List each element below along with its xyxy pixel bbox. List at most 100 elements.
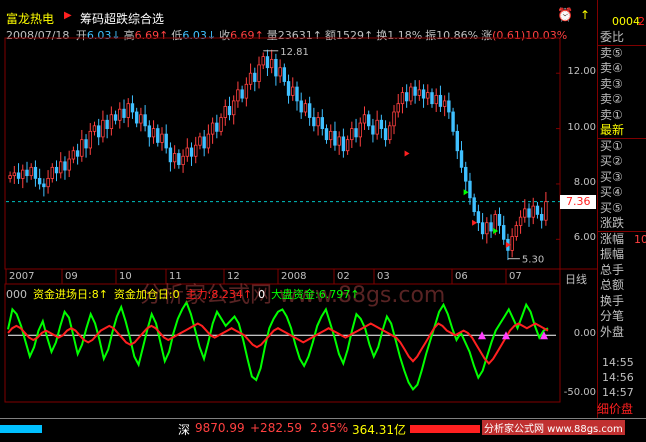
candle-body <box>253 72 257 82</box>
candle-body <box>472 197 476 213</box>
candle-body <box>459 150 464 168</box>
candle-body <box>202 136 206 149</box>
candle-body <box>92 125 97 132</box>
candle-body <box>514 225 519 237</box>
candle-body <box>248 72 253 85</box>
candle-body <box>312 117 316 127</box>
current-price-tag-text: 7.36 <box>566 194 591 208</box>
candle-body <box>97 125 101 138</box>
candle-body <box>413 86 417 96</box>
detail-tab[interactable]: 细价盘 <box>597 400 633 417</box>
candle-body <box>404 92 409 102</box>
candle-body <box>194 144 198 157</box>
quote-panel-row: 涨跌 <box>600 216 625 230</box>
time-axis-tick: 09 <box>65 271 78 282</box>
high-price-label: 12.81 <box>280 47 309 58</box>
quote-panel-row: 买④ <box>600 185 623 199</box>
indicator-series-line <box>7 322 549 365</box>
candle-body <box>227 106 232 116</box>
candle-body <box>544 201 548 221</box>
candle-body <box>510 236 514 251</box>
candle-body <box>388 125 392 141</box>
candle-body <box>527 208 531 218</box>
candle-body <box>269 58 274 69</box>
candle-body <box>502 225 506 240</box>
candle-body <box>156 128 160 143</box>
candle-body <box>236 89 240 102</box>
candle-body <box>210 122 215 135</box>
candle-body <box>417 89 422 96</box>
candle-body <box>118 108 122 121</box>
candle-body <box>447 100 451 113</box>
panel-corner-digit: 2 <box>638 15 645 28</box>
candle-body <box>362 114 367 124</box>
period-label[interactable]: 日线 <box>565 271 587 287</box>
right-panel-times: 14:55 14:56 14:57 <box>602 355 634 400</box>
candle-body <box>329 130 333 141</box>
candle-body <box>134 111 139 124</box>
status-bar-segment-mid <box>44 425 164 433</box>
candle-body <box>105 119 109 129</box>
quote-panel-row: 卖③ <box>600 76 623 91</box>
candle-body <box>16 172 21 179</box>
price-axis-tick: 6.00 <box>573 232 596 244</box>
candle-body <box>160 133 164 143</box>
candle-body <box>371 125 375 135</box>
quote-panel-row: 卖① <box>600 107 623 122</box>
candle-body <box>12 172 17 177</box>
time-axis-tick: 10 <box>119 271 132 282</box>
candle-body <box>303 103 308 113</box>
candle-body <box>101 119 105 138</box>
candle-body <box>409 86 413 102</box>
quote-panel-row: 买⑤ <box>600 200 623 215</box>
candle-body <box>223 106 227 118</box>
candle-body <box>535 205 540 215</box>
price-axis-tick: 10.00 <box>567 121 596 133</box>
candle-body <box>265 56 270 69</box>
candle-body <box>257 64 261 82</box>
candle-body <box>358 122 362 138</box>
status-bar: 深 9870.99 +282.59 2.95% 364.31亿 分析家公式网 w… <box>0 418 646 442</box>
price-panel-frame <box>4 37 561 270</box>
candle-body <box>278 67 282 77</box>
indicator-value: 0 <box>258 288 266 301</box>
indicator-value: 资金加仓日:0 <box>113 288 180 301</box>
candle-body <box>168 147 173 163</box>
candle-body <box>299 100 303 113</box>
candle-body <box>489 222 493 232</box>
chart-canvas[interactable]: 12.815.30 分析家公式网 www.88gs.com <box>0 0 597 441</box>
quote-panel-row: 卖② <box>600 92 623 106</box>
index-change: +282.59 <box>250 421 303 435</box>
candle-body <box>244 83 249 99</box>
time-axis-tick: 02 <box>337 271 350 282</box>
candle-body <box>485 222 489 235</box>
time-axis-tick: 12 <box>227 271 240 282</box>
signal-marker <box>472 219 478 226</box>
quote-panel-row: 总额 <box>600 278 625 292</box>
candle-body <box>282 67 287 82</box>
candle-body <box>367 114 371 127</box>
quote-panel-value: 10 <box>634 232 646 246</box>
candle-body <box>29 166 33 177</box>
stock-code: 0004 <box>612 15 640 28</box>
candle-body <box>286 81 291 96</box>
candle-body <box>476 211 481 224</box>
candle-body <box>177 153 181 165</box>
time-axis-tick: 2008 <box>281 271 307 282</box>
quote-panel-row: 卖④ <box>600 61 623 75</box>
quote-panel-row: 换手 <box>600 293 625 308</box>
candle-body <box>320 117 324 129</box>
candle-body <box>46 178 50 188</box>
indicator-value: 资金进场日:8↑ <box>33 288 108 301</box>
candle-body <box>198 136 202 146</box>
candle-body <box>80 139 84 157</box>
time-axis-tick: 06 <box>455 271 468 282</box>
candle-body <box>333 130 337 146</box>
quote-panel-row: 分笔 <box>600 309 625 323</box>
candle-body <box>71 150 76 160</box>
time-axis-tick: 07 <box>509 271 522 282</box>
time-axis-tick: 11 <box>169 271 182 282</box>
candle-body <box>451 111 455 132</box>
quote-panel-row: 委比 <box>600 30 625 44</box>
index-label[interactable]: 深 <box>178 421 190 438</box>
